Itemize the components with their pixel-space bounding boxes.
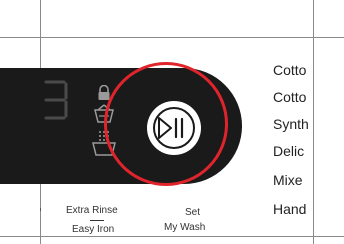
tick-mark	[40, 208, 41, 211]
highlight-circle	[104, 62, 228, 186]
extra-rinse-label[interactable]: Extra Rinse	[66, 205, 118, 216]
easy-iron-label[interactable]: Easy Iron	[72, 224, 114, 235]
program-item[interactable]: Cotto	[273, 62, 313, 78]
program-item[interactable]: Synth	[273, 116, 313, 132]
program-item[interactable]: Delic	[273, 143, 313, 159]
guide-line-top	[0, 37, 344, 38]
program-item[interactable]: Mixe	[273, 172, 313, 188]
guide-line-right	[313, 0, 314, 244]
set-label[interactable]: Set	[185, 207, 200, 218]
program-item[interactable]: Cotto	[273, 89, 313, 105]
label-divider	[90, 220, 104, 221]
program-item[interactable]: Hand	[273, 201, 313, 217]
digit-display	[44, 80, 68, 120]
my-wash-label[interactable]: My Wash	[164, 222, 205, 233]
guide-line-bottom	[0, 236, 344, 237]
